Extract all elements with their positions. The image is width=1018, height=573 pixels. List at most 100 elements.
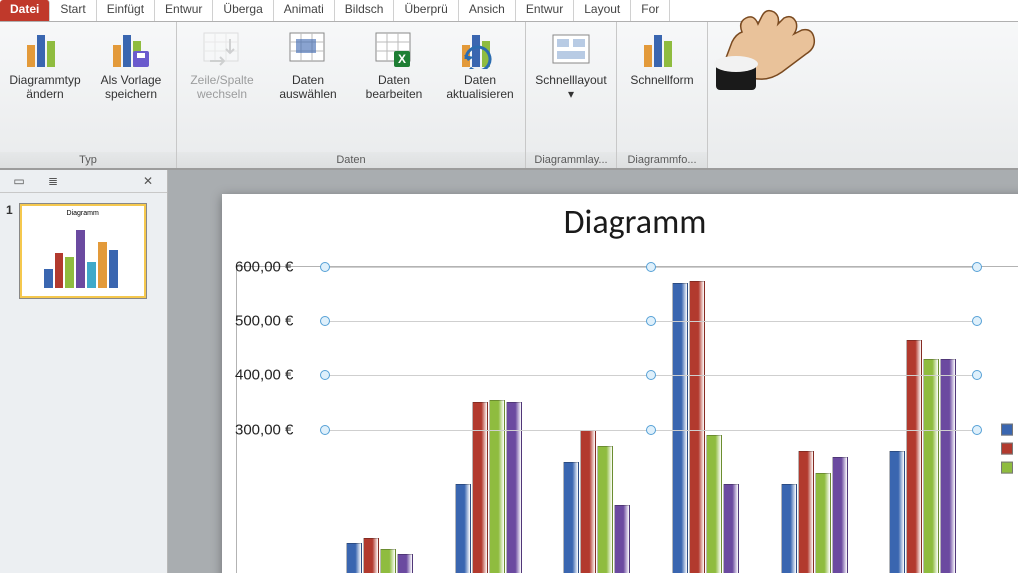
bar[interactable] bbox=[563, 462, 579, 573]
tab-datei[interactable]: Datei bbox=[0, 0, 50, 21]
bar-cluster[interactable] bbox=[868, 267, 977, 573]
bar[interactable] bbox=[397, 554, 413, 573]
tab-entwur[interactable]: Entwur bbox=[516, 0, 574, 21]
refresh-data-button[interactable]: Datenaktualisieren bbox=[441, 29, 519, 101]
tab-for[interactable]: For bbox=[631, 0, 670, 21]
chart-title[interactable]: Diagramm bbox=[222, 202, 1018, 243]
selection-handle[interactable] bbox=[972, 370, 982, 380]
selection-handle[interactable] bbox=[646, 425, 656, 435]
legend-item[interactable]: Janu bbox=[1001, 422, 1018, 436]
ribbon-group-diagrammfo: SchnellformDiagrammfo... bbox=[617, 22, 708, 168]
selection-handle[interactable] bbox=[972, 262, 982, 272]
ribbon: DiagrammtypändernAls VorlagespeichernTyp… bbox=[0, 22, 1018, 170]
close-panel-icon[interactable]: ✕ bbox=[139, 174, 157, 188]
selection-handle[interactable] bbox=[320, 425, 330, 435]
grid-swap-icon bbox=[202, 29, 242, 71]
ribbon-group-daten: Zeile/Spaltewechseln Datenauswählen X Daten… bbox=[177, 22, 526, 168]
chart-bars-icon bbox=[25, 29, 65, 71]
tab-überga[interactable]: Überga bbox=[213, 0, 273, 21]
bar[interactable] bbox=[815, 473, 831, 573]
bar[interactable] bbox=[489, 400, 505, 573]
tab-layout[interactable]: Layout bbox=[574, 0, 631, 21]
bar[interactable] bbox=[689, 281, 705, 573]
workspace: ▭ ≣ ✕ 1 Diagramm Diagramm Janu Feb Mä bbox=[0, 170, 1018, 573]
tab-ansich[interactable]: Ansich bbox=[459, 0, 516, 21]
selection-handle[interactable] bbox=[320, 316, 330, 326]
save-as-template-label: Als Vorlagespeichern bbox=[101, 73, 162, 101]
selection-handle[interactable] bbox=[972, 316, 982, 326]
bar-cluster[interactable] bbox=[325, 267, 434, 573]
legend-item[interactable]: Feb bbox=[1001, 441, 1018, 455]
ribbon-tabs: DateiStartEinfügtEntwurÜbergaAnimatiBild… bbox=[0, 0, 1018, 22]
bar[interactable] bbox=[472, 402, 488, 573]
tab-animati[interactable]: Animati bbox=[274, 0, 335, 21]
selection-handle[interactable] bbox=[972, 425, 982, 435]
bar[interactable] bbox=[346, 543, 362, 573]
bar[interactable] bbox=[889, 451, 905, 573]
chart-legend[interactable]: Janu Feb Mä bbox=[1001, 417, 1018, 479]
bar[interactable] bbox=[798, 451, 814, 573]
legend-swatch bbox=[1001, 461, 1013, 473]
selection-handle[interactable] bbox=[646, 370, 656, 380]
slide[interactable]: Diagramm JanuFebMä 300,00 €400,00 €500,0… bbox=[222, 194, 1018, 573]
quick-layout-label: Schnelllayout▾ bbox=[535, 73, 606, 101]
svg-text:X: X bbox=[398, 52, 406, 66]
select-data-button[interactable]: Datenauswählen bbox=[269, 29, 347, 101]
y-tick-label: 600,00 € bbox=[235, 259, 293, 276]
tab-einfügt[interactable]: Einfügt bbox=[97, 0, 155, 21]
bar-cluster[interactable] bbox=[542, 267, 651, 573]
legend-item[interactable]: Mä bbox=[1001, 460, 1018, 474]
slide-number: 1 bbox=[6, 203, 13, 299]
bar[interactable] bbox=[614, 505, 630, 573]
switch-row-col-button: Zeile/Spaltewechseln bbox=[183, 29, 261, 101]
chart-bars bbox=[325, 267, 977, 573]
chart-refresh-icon bbox=[460, 29, 500, 71]
slides-view-icon[interactable]: ≣ bbox=[44, 174, 62, 188]
bar[interactable] bbox=[832, 457, 848, 573]
selection-handle[interactable] bbox=[646, 262, 656, 272]
selection-handle[interactable] bbox=[320, 262, 330, 272]
bar[interactable] bbox=[597, 446, 613, 573]
refresh-data-label: Datenaktualisieren bbox=[446, 73, 513, 101]
bar[interactable] bbox=[455, 484, 471, 573]
y-tick-label: 400,00 € bbox=[235, 367, 293, 384]
bar[interactable] bbox=[723, 484, 739, 573]
chart-area[interactable]: JanuFebMä 300,00 €400,00 €500,00 €600,00… bbox=[236, 266, 1018, 573]
ribbon-group-diagrammlay: Schnelllayout▾ Diagrammlay... bbox=[526, 22, 617, 168]
bar[interactable] bbox=[672, 283, 688, 573]
edit-data-label: Datenbearbeiten bbox=[366, 73, 423, 101]
bar[interactable] bbox=[940, 359, 956, 573]
save-as-template-button[interactable]: Als Vorlagespeichern bbox=[92, 29, 170, 101]
bar-cluster[interactable] bbox=[434, 267, 543, 573]
tab-start[interactable]: Start bbox=[50, 0, 96, 21]
select-data-label: Datenauswählen bbox=[279, 73, 336, 101]
selection-handle[interactable] bbox=[646, 316, 656, 326]
y-tick-label: 300,00 € bbox=[235, 421, 293, 438]
slide-thumbnail[interactable]: Diagramm bbox=[19, 203, 147, 299]
chart-save-icon bbox=[111, 29, 151, 71]
bar[interactable] bbox=[506, 402, 522, 573]
quick-layout-button[interactable]: Schnelllayout▾ bbox=[532, 29, 610, 101]
quick-format-button[interactable]: Schnellform bbox=[623, 29, 701, 87]
bar-cluster[interactable] bbox=[760, 267, 869, 573]
group-label: Diagrammlay... bbox=[526, 152, 616, 168]
selection-handle[interactable] bbox=[320, 370, 330, 380]
bar[interactable] bbox=[380, 549, 396, 573]
bar[interactable] bbox=[923, 359, 939, 573]
tab-bildsch[interactable]: Bildsch bbox=[335, 0, 395, 21]
bar[interactable] bbox=[580, 430, 596, 573]
bar-cluster[interactable] bbox=[651, 267, 760, 573]
legend-swatch bbox=[1001, 423, 1013, 435]
bar[interactable] bbox=[781, 484, 797, 573]
bar[interactable] bbox=[363, 538, 379, 573]
quick-format-label: Schnellform bbox=[630, 73, 693, 87]
slide-panel-header: ▭ ≣ ✕ bbox=[0, 170, 167, 193]
change-chart-type-button[interactable]: Diagrammtypändern bbox=[6, 29, 84, 101]
slide-canvas[interactable]: Diagramm JanuFebMä 300,00 €400,00 €500,0… bbox=[168, 170, 1018, 573]
bar[interactable] bbox=[706, 435, 722, 573]
edit-data-button[interactable]: X Datenbearbeiten bbox=[355, 29, 433, 101]
outline-view-icon[interactable]: ▭ bbox=[10, 174, 28, 188]
slide-thumbnail-row[interactable]: 1 Diagramm bbox=[0, 193, 167, 309]
tab-überprü[interactable]: Überprü bbox=[394, 0, 458, 21]
tab-entwur[interactable]: Entwur bbox=[155, 0, 213, 21]
